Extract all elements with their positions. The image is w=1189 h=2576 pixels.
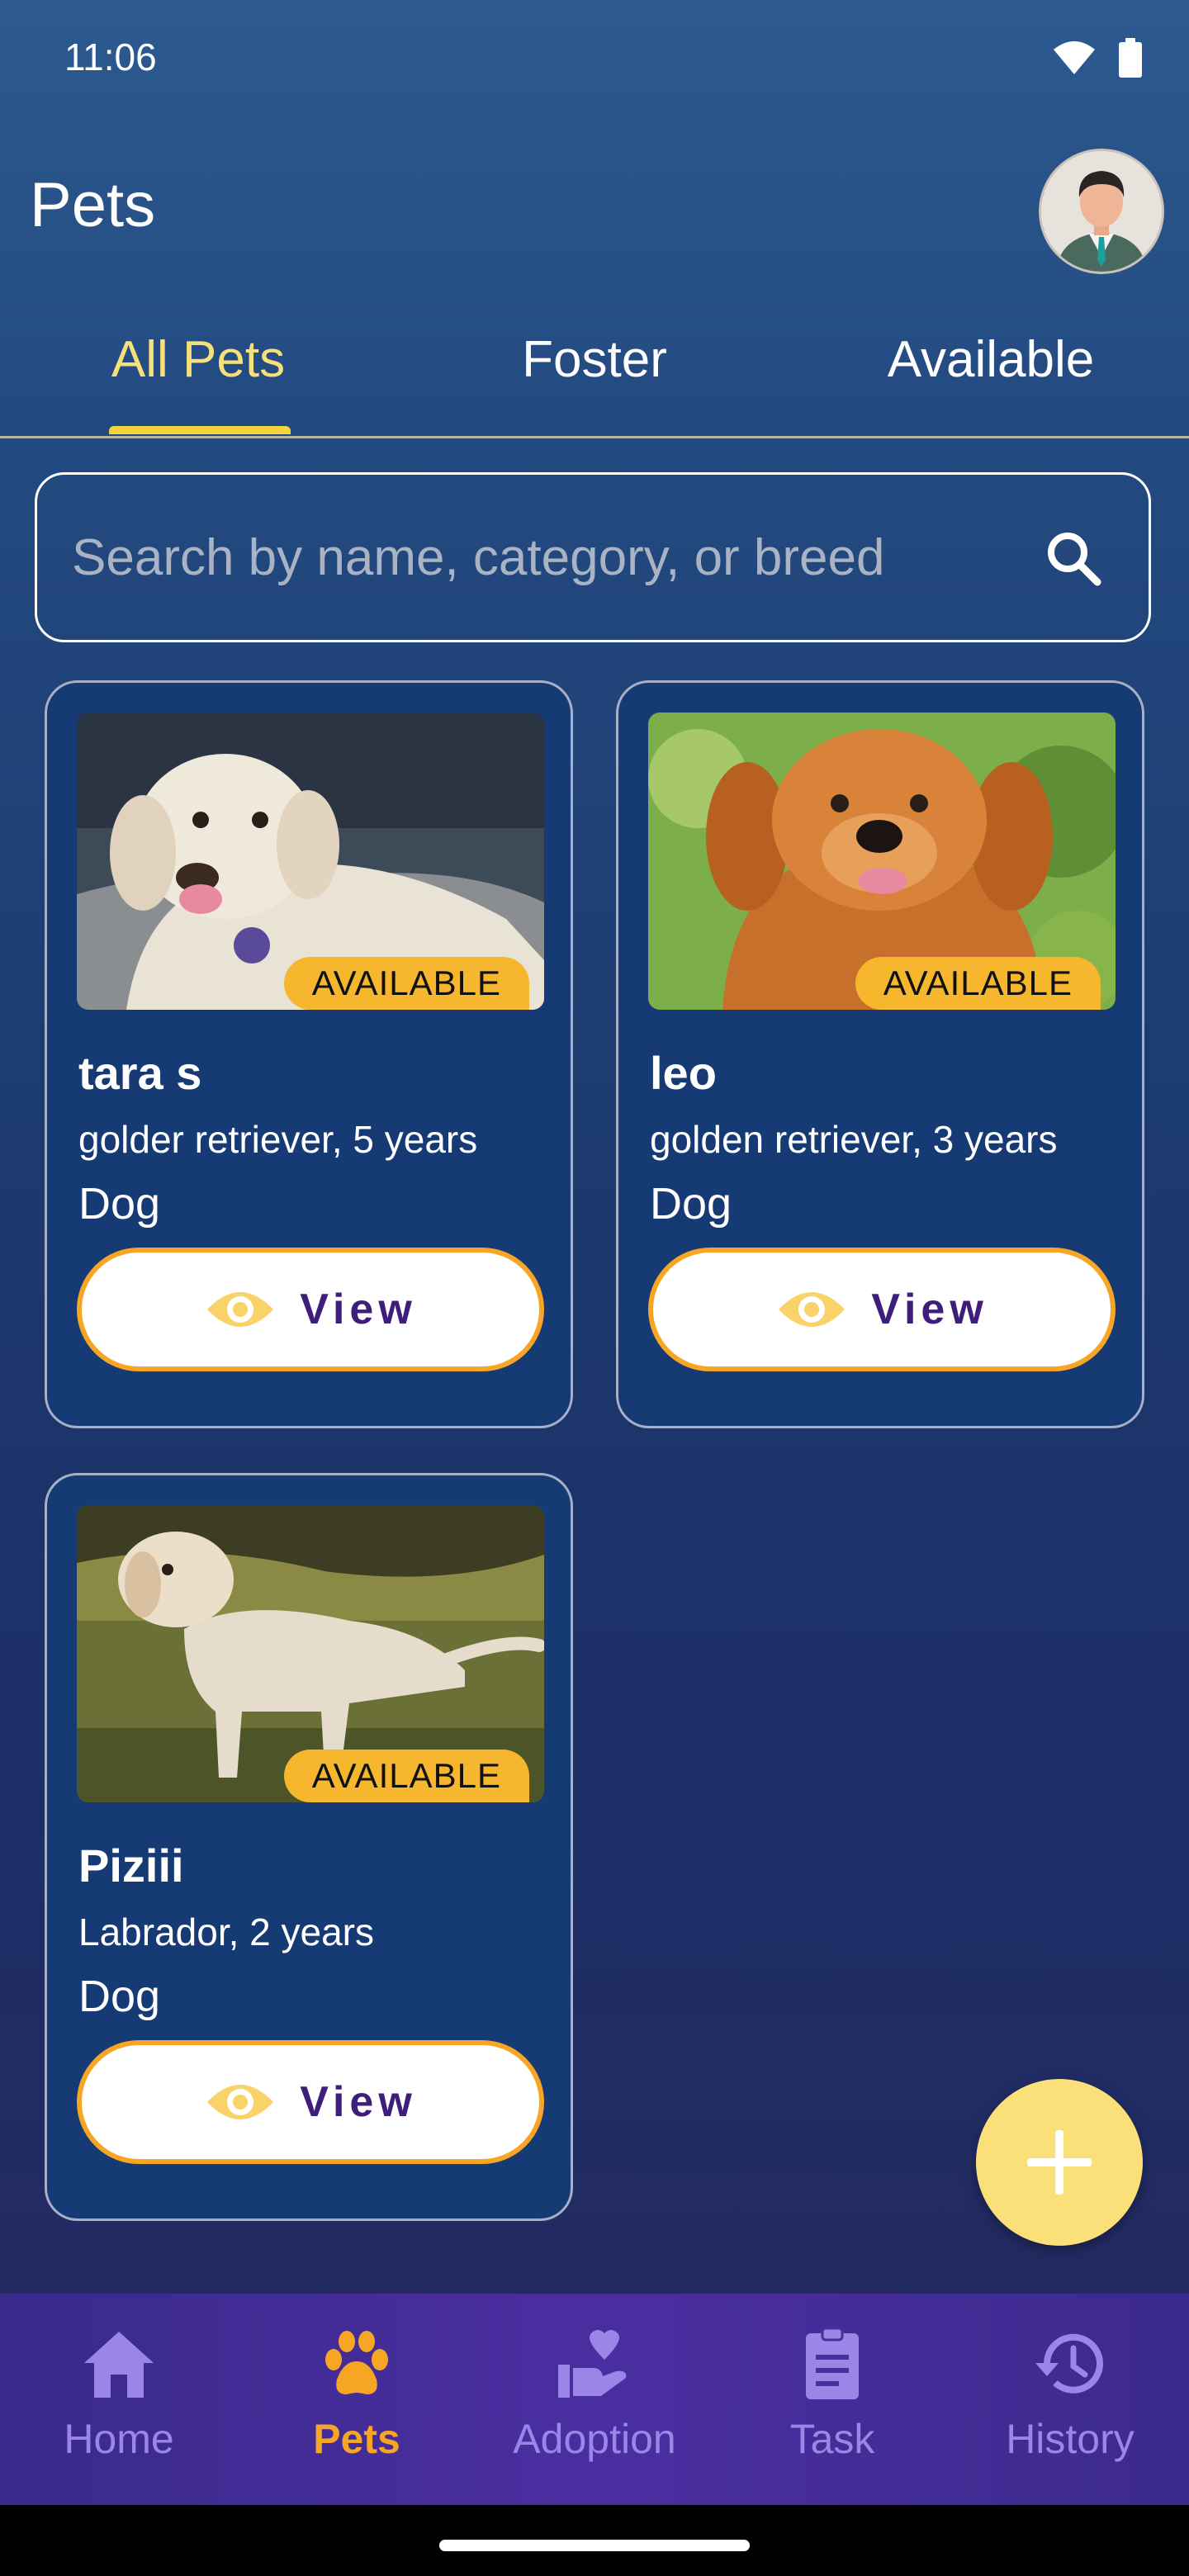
pet-photo: AVAILABLE bbox=[648, 713, 1116, 1010]
tab-bar: All Pets Foster Available bbox=[0, 297, 1189, 438]
view-button[interactable]: View bbox=[648, 1248, 1116, 1371]
paw-icon bbox=[325, 2331, 388, 2394]
home-gesture-bar[interactable] bbox=[439, 2540, 750, 2551]
tab-available[interactable]: Available bbox=[888, 330, 1094, 389]
view-button-label: View bbox=[871, 1286, 988, 1333]
eye-icon bbox=[779, 1292, 846, 1327]
view-button-label: View bbox=[300, 1286, 417, 1333]
status-time: 11:06 bbox=[64, 36, 157, 78]
pet-photo: AVAILABLE bbox=[77, 713, 544, 1010]
search-box bbox=[35, 472, 1151, 642]
avatar-image bbox=[1041, 151, 1162, 272]
status-badge: AVAILABLE bbox=[855, 957, 1101, 1010]
status-icons bbox=[1052, 38, 1143, 78]
battery-icon bbox=[1119, 38, 1142, 78]
view-button[interactable]: View bbox=[77, 1248, 544, 1371]
search-icon[interactable] bbox=[1041, 526, 1107, 592]
pet-breed-age: golden retriever, 3 years bbox=[650, 1118, 1058, 1161]
pet-name: Piziii bbox=[78, 1840, 184, 1892]
nav-history[interactable]: History bbox=[951, 2327, 1189, 2463]
eye-icon bbox=[207, 1292, 274, 1327]
nav-label: Adoption bbox=[513, 2416, 676, 2462]
nav-pets[interactable]: Pets bbox=[238, 2327, 476, 2463]
nav-label: Task bbox=[789, 2416, 875, 2462]
pet-card[interactable]: AVAILABLE tara s golder retriever, 5 yea… bbox=[45, 680, 573, 1428]
status-badge: AVAILABLE bbox=[283, 957, 529, 1010]
nav-label: Pets bbox=[313, 2416, 400, 2462]
bottom-navigation: Home Pets Adoption Task History bbox=[0, 2294, 1189, 2505]
pet-card[interactable]: AVAILABLE leo golden retriever, 3 years … bbox=[616, 680, 1144, 1428]
pet-card[interactable]: AVAILABLE Piziii Labrador, 2 years Dog V… bbox=[45, 1473, 573, 2221]
adoption-icon bbox=[558, 2330, 627, 2398]
nav-adoption[interactable]: Adoption bbox=[476, 2327, 713, 2463]
tab-all-pets[interactable]: All Pets bbox=[111, 330, 285, 389]
pet-name: leo bbox=[650, 1047, 717, 1099]
active-tab-indicator bbox=[109, 426, 291, 434]
wifi-icon bbox=[1054, 41, 1095, 74]
view-button[interactable]: View bbox=[77, 2040, 544, 2164]
eye-icon bbox=[207, 2085, 274, 2119]
nav-label: History bbox=[1006, 2416, 1135, 2462]
pet-photo: AVAILABLE bbox=[77, 1505, 544, 1802]
status-bar: 11:06 bbox=[0, 0, 1189, 116]
view-button-label: View bbox=[300, 2078, 417, 2126]
nav-task[interactable]: Task bbox=[713, 2327, 951, 2463]
search-input[interactable] bbox=[70, 511, 1031, 604]
tab-foster[interactable]: Foster bbox=[522, 330, 667, 389]
pet-category: Dog bbox=[78, 1972, 161, 2021]
add-pet-button[interactable] bbox=[976, 2079, 1143, 2246]
page-title: Pets bbox=[30, 170, 156, 240]
nav-home[interactable]: Home bbox=[0, 2327, 238, 2463]
history-icon bbox=[1035, 2333, 1103, 2394]
plus-icon bbox=[1027, 2130, 1092, 2195]
status-badge: AVAILABLE bbox=[283, 1750, 529, 1802]
pet-breed-age: golder retriever, 5 years bbox=[78, 1118, 478, 1161]
nav-label: Home bbox=[64, 2416, 174, 2462]
pet-name: tara s bbox=[78, 1047, 202, 1099]
clipboard-icon bbox=[806, 2327, 859, 2399]
avatar[interactable] bbox=[1039, 149, 1164, 274]
pet-category: Dog bbox=[650, 1179, 732, 1229]
pet-breed-age: Labrador, 2 years bbox=[78, 1911, 375, 1953]
pet-category: Dog bbox=[78, 1179, 161, 1229]
home-icon bbox=[84, 2332, 154, 2398]
